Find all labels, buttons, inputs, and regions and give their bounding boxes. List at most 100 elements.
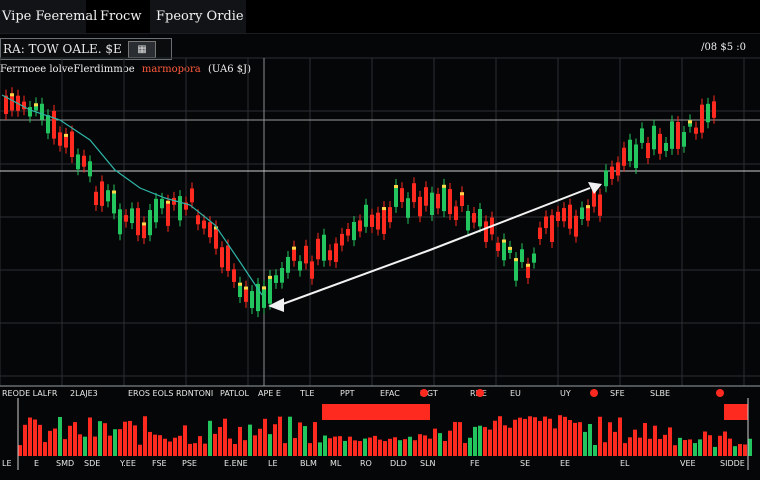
volume-bar: [628, 437, 632, 456]
indicator-label: Y.EE: [120, 459, 136, 468]
indicator-label: DLD: [390, 459, 407, 468]
volume-bar: [683, 440, 687, 456]
volume-bar: [348, 436, 352, 456]
volume-bar: [658, 438, 662, 456]
volume-bar: [208, 420, 212, 456]
volume-bar: [698, 439, 702, 456]
candle-highlight: [688, 120, 692, 124]
candle-body: [286, 256, 290, 273]
volume-bar: [308, 443, 312, 456]
volume-bar: [433, 428, 437, 456]
volume-bar: [103, 423, 107, 456]
candle-body: [220, 247, 224, 268]
candle-body: [646, 142, 650, 159]
candle-highlight: [442, 184, 446, 188]
volume-bar: [598, 416, 602, 456]
candle-body: [430, 192, 434, 216]
volume-bar: [223, 418, 227, 456]
candle-body: [268, 275, 272, 304]
volume-bar: [273, 424, 277, 456]
volume-bar: [593, 444, 597, 456]
volume-bar: [238, 426, 242, 456]
candle-body: [226, 245, 230, 271]
candle-body: [352, 221, 356, 241]
indicator-label: SDE: [84, 459, 101, 468]
volume-bar: [163, 438, 167, 456]
indicator-label: EL: [620, 459, 630, 468]
candle-body: [280, 268, 284, 283]
price-chart[interactable]: [0, 0, 760, 480]
candle-body: [706, 103, 710, 123]
volume-bar: [653, 425, 657, 456]
candle-body: [304, 245, 308, 264]
candle-body: [148, 210, 152, 236]
candle-body: [100, 181, 104, 206]
candle-body: [40, 103, 44, 120]
candle-body: [454, 206, 458, 220]
volume-bar: [483, 427, 487, 456]
candle-highlight: [502, 239, 506, 243]
volume-bar: [338, 436, 342, 456]
volume-bar: [503, 425, 507, 456]
candle-body: [250, 291, 254, 309]
indicator-block: [322, 404, 430, 420]
candle-body: [112, 190, 116, 214]
volume-bar: [233, 444, 237, 456]
volume-bar: [508, 427, 512, 456]
candle-body: [694, 127, 698, 134]
indicator-label: SE: [520, 459, 531, 468]
alert-dot[interactable]: [420, 389, 428, 397]
candle-body: [400, 188, 404, 202]
alert-dot[interactable]: [590, 389, 598, 397]
candle-body: [76, 154, 80, 170]
volume-bar: [393, 437, 397, 456]
alert-dot[interactable]: [716, 389, 724, 397]
candle-body: [106, 190, 110, 202]
candle-body: [556, 211, 560, 221]
volume-bar: [378, 439, 382, 456]
candle-highlight: [34, 103, 38, 107]
volume-bar: [578, 422, 582, 456]
indicator-label: BLM: [300, 459, 317, 468]
volume-bar: [413, 440, 417, 456]
candle-body: [178, 196, 182, 221]
volume-bar: [668, 427, 672, 456]
volume-bar: [73, 422, 77, 456]
candle-highlight: [460, 192, 464, 196]
volume-bar: [88, 417, 92, 456]
volume-bar: [363, 438, 367, 456]
volume-bar: [98, 421, 102, 456]
indicator-label: FE: [470, 459, 480, 468]
volume-bar: [583, 431, 587, 456]
volume-bar: [538, 420, 542, 456]
volume-bar: [53, 428, 57, 456]
candle-body: [610, 166, 614, 179]
candle-body: [562, 208, 566, 222]
alert-dot[interactable]: [476, 389, 484, 397]
candle-highlight: [112, 190, 116, 194]
indicator-label: APE E: [258, 389, 281, 398]
candle-body: [604, 170, 608, 187]
candle-highlight: [262, 286, 266, 290]
volume-bar: [178, 435, 182, 456]
volume-bar: [463, 443, 467, 456]
indicator-label: EE: [560, 459, 571, 468]
candle-body: [166, 200, 170, 226]
candle-body: [664, 142, 668, 151]
volume-bar: [283, 443, 287, 456]
volume-bar: [43, 442, 47, 456]
volume-bar: [258, 428, 262, 456]
candle-highlight: [244, 286, 248, 290]
volume-bar: [83, 436, 87, 456]
volume-bar: [293, 438, 297, 456]
candle-body: [316, 238, 320, 260]
indicator-label: ML: [330, 459, 342, 468]
candle-body: [382, 207, 386, 234]
volume-bar: [748, 438, 752, 456]
volume-bar: [173, 437, 177, 456]
candle-body: [70, 131, 74, 157]
volume-bar: [278, 416, 282, 456]
volume-bar: [388, 438, 392, 456]
indicator-label: SLBE: [650, 389, 671, 398]
indicator-label: EFAC: [380, 389, 400, 398]
